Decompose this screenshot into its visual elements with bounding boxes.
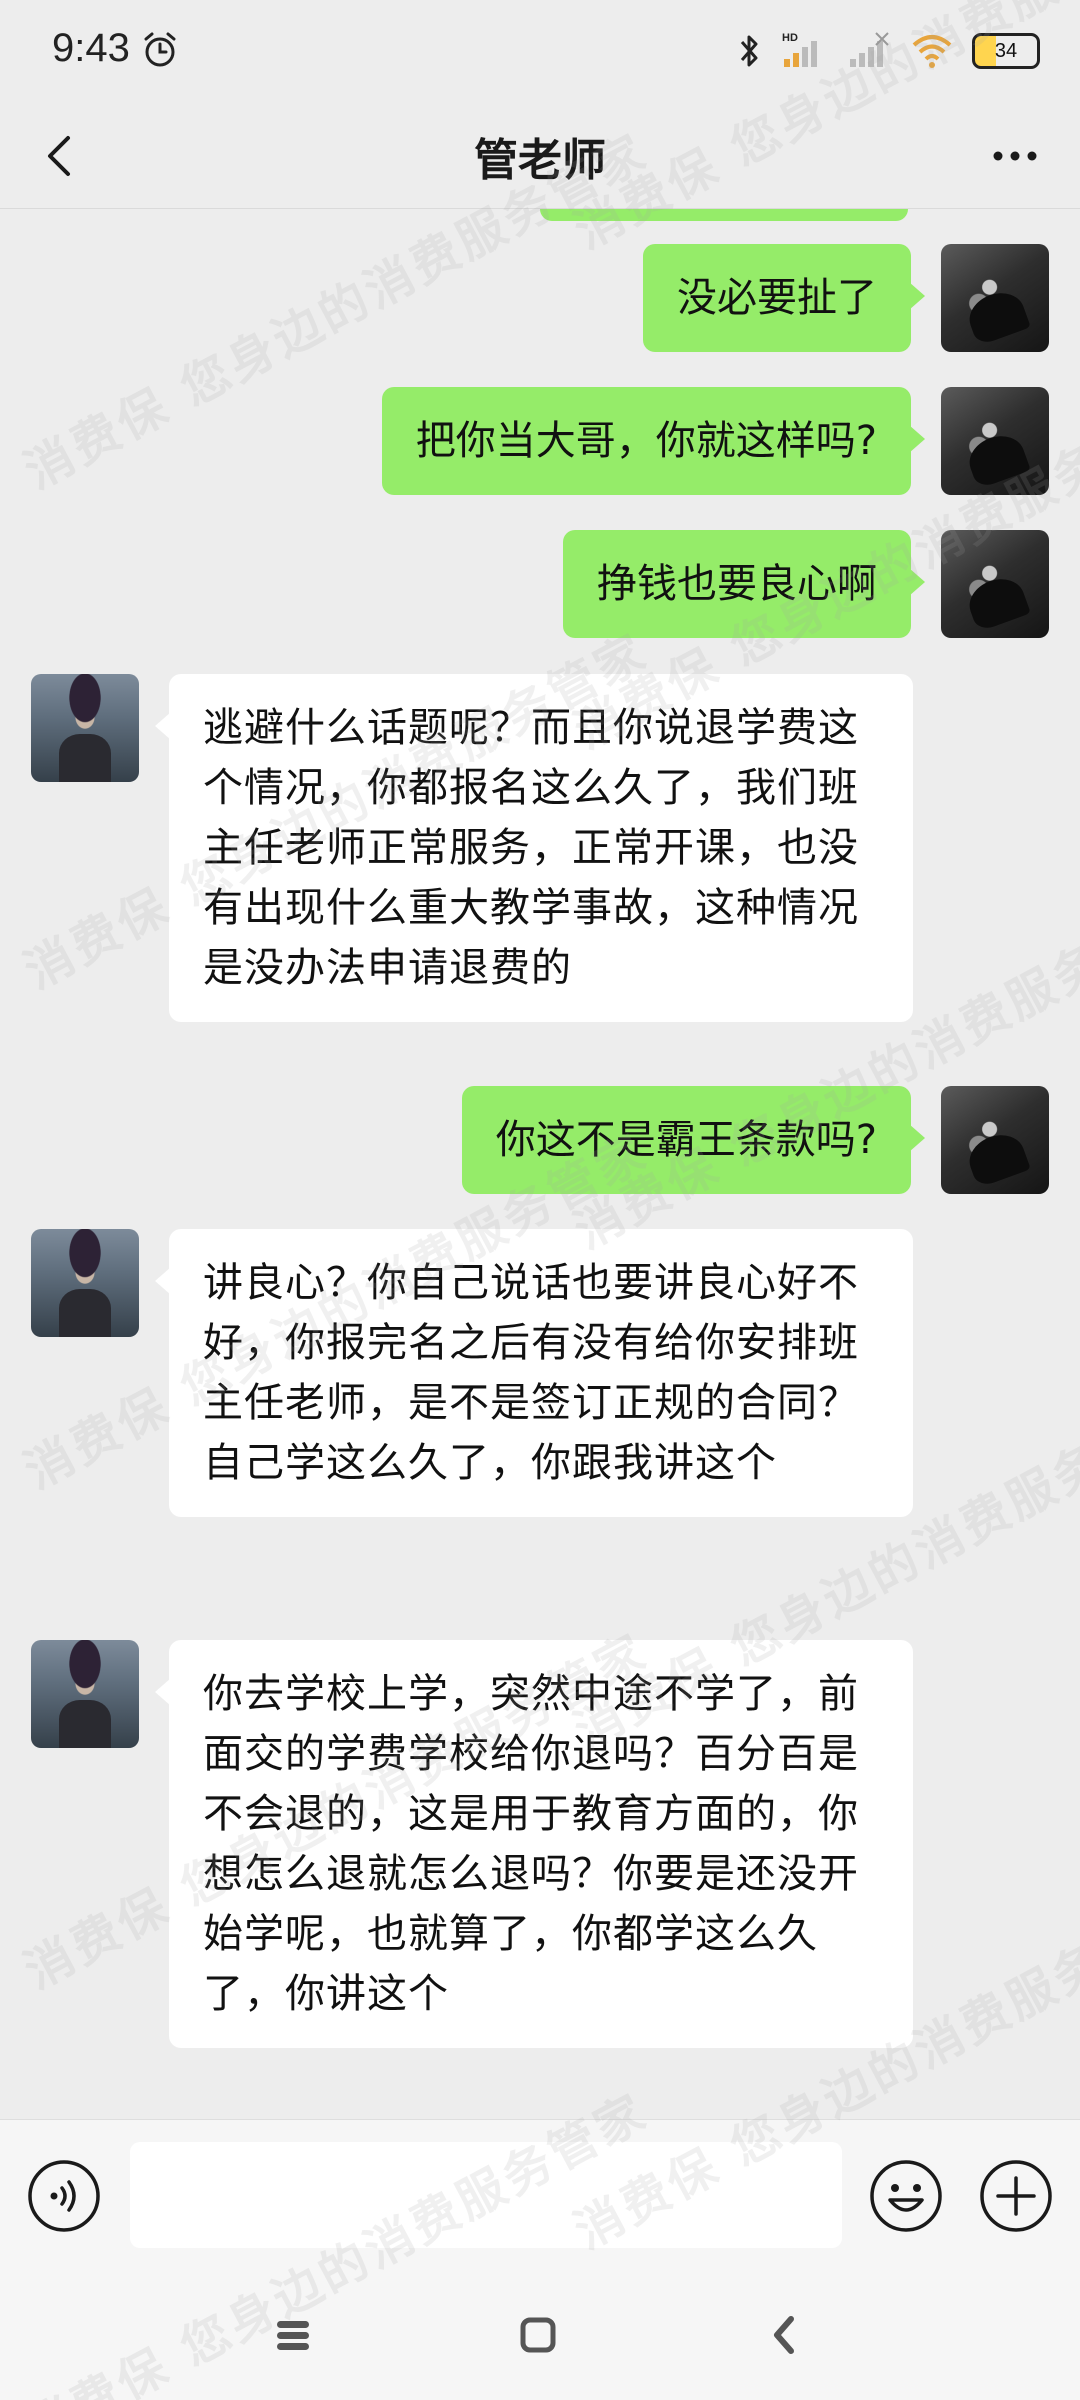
- message-row: 把你当大哥，你就这样吗?: [0, 387, 1080, 497]
- message-row: 你去学校上学，突然中途不学了，前面交的学费学校给你退吗？百分百是不会退的，这是用…: [0, 1640, 1080, 2090]
- recent-apps-icon[interactable]: [263, 2305, 323, 2365]
- chat-header: 管老师: [0, 104, 1080, 209]
- emoji-icon[interactable]: [868, 2158, 944, 2234]
- message-bubble-received[interactable]: 逃避什么话题呢？而且你说退学费这个情况，你都报名这么久了，我们班主任老师正常服务…: [155, 674, 913, 1022]
- message-input[interactable]: [130, 2142, 842, 2248]
- status-bar: 9:43 HD 34: [0, 0, 1080, 104]
- message-row: 你这不是霸王条款吗?: [0, 1086, 1080, 1196]
- hd-label: HD: [782, 32, 798, 44]
- battery-icon: 34: [972, 33, 1040, 69]
- battery-level: 34: [994, 39, 1018, 62]
- message-bubble-received[interactable]: 讲良心？你自己说话也要讲良心好不好，你报完名之后有没有给你安排班主任老师，是不是…: [155, 1229, 913, 1517]
- bluetooth-icon: [740, 35, 758, 67]
- home-icon[interactable]: [508, 2305, 568, 2365]
- my-avatar[interactable]: [941, 244, 1049, 352]
- message-row: 逃避什么话题呢？而且你说退学费这个情况，你都报名这么久了，我们班主任老师正常服务…: [0, 674, 1080, 1054]
- my-avatar[interactable]: [941, 1086, 1049, 1194]
- plus-icon[interactable]: [978, 2158, 1054, 2234]
- message-bubble-sent[interactable]: 没必要扯了: [643, 244, 925, 352]
- back-nav-icon[interactable]: [755, 2305, 815, 2365]
- message-row: 挣钱也要良心啊: [0, 530, 1080, 640]
- status-time: 9:43: [52, 26, 130, 70]
- more-options-icon[interactable]: [980, 126, 1050, 186]
- message-bubble-sent[interactable]: 你这不是霸王条款吗?: [461, 1086, 926, 1194]
- message-row: 讲良心？你自己说话也要讲良心好不好，你报完名之后有没有给你安排班主任老师，是不是…: [0, 1229, 1080, 1609]
- contact-avatar[interactable]: [31, 1640, 139, 1748]
- input-bar: [0, 2119, 1080, 2272]
- message-list[interactable]: 没必要扯了 把你当大哥，你就这样吗? 挣钱也要良心啊 逃避什么话题呢？而且你说退…: [0, 209, 1080, 2119]
- contact-avatar[interactable]: [31, 1229, 139, 1337]
- contact-avatar[interactable]: [31, 674, 139, 782]
- wifi-icon: [912, 35, 952, 68]
- previous-message-bubble-partial: [540, 209, 908, 221]
- message-row: 没必要扯了: [0, 244, 1080, 354]
- my-avatar[interactable]: [941, 387, 1049, 495]
- my-avatar[interactable]: [941, 530, 1049, 638]
- signal-hd-icon: HD: [782, 32, 817, 67]
- voice-input-icon[interactable]: [26, 2158, 102, 2234]
- message-bubble-received[interactable]: 你去学校上学，突然中途不学了，前面交的学费学校给你退吗？百分百是不会退的，这是用…: [155, 1640, 913, 2048]
- alarm-clock-icon: [144, 32, 176, 67]
- status-icons: HD 34: [736, 26, 1040, 76]
- message-bubble-sent[interactable]: 挣钱也要良心啊: [563, 530, 925, 638]
- signal-icon-2: [850, 32, 889, 67]
- chat-title: 管老师: [474, 135, 606, 186]
- system-nav-bar: [0, 2271, 1080, 2400]
- message-bubble-sent[interactable]: 把你当大哥，你就这样吗?: [381, 387, 926, 495]
